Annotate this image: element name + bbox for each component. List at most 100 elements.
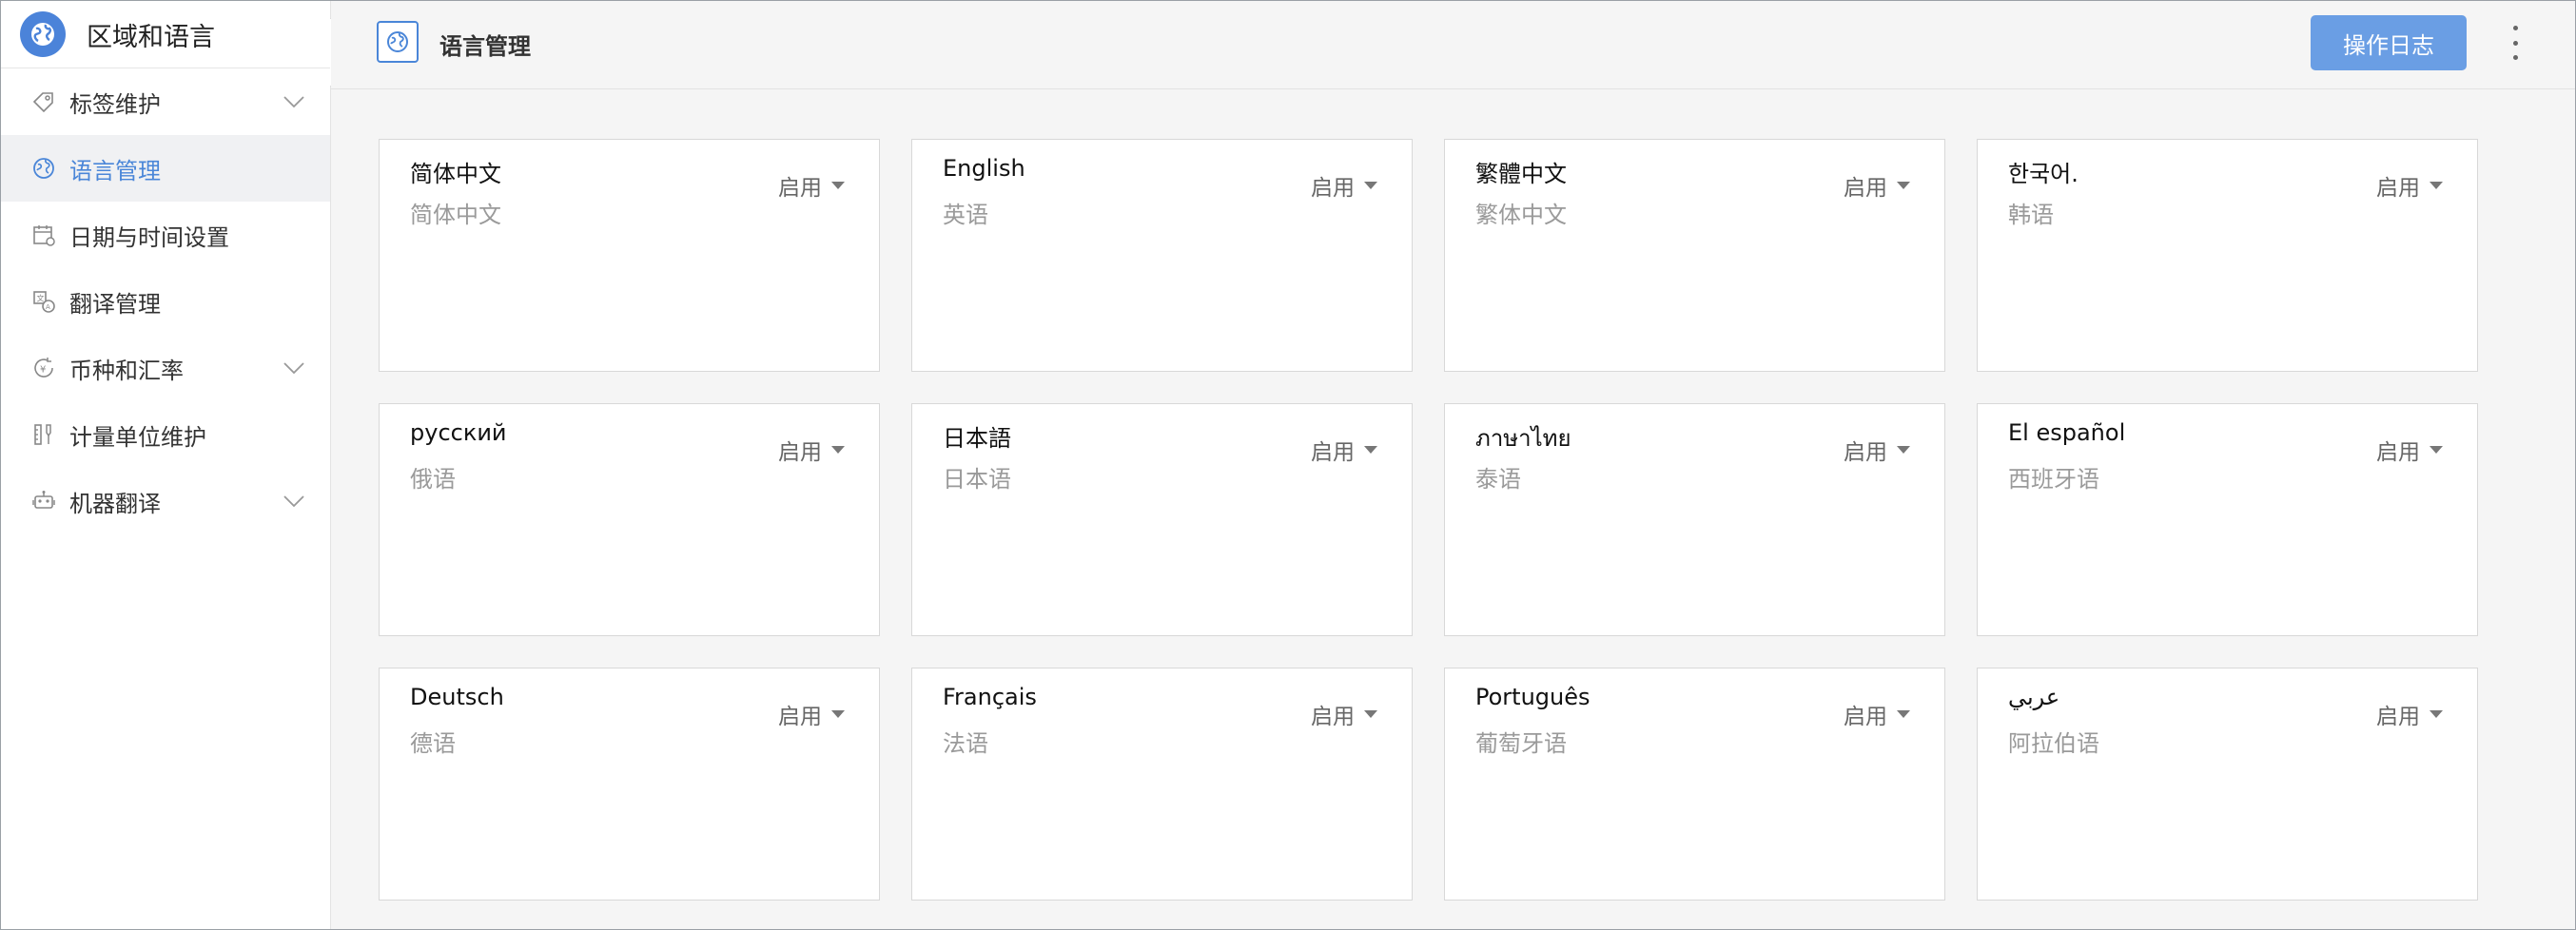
language-name: 繁體中文 — [1475, 161, 1567, 187]
language-card[interactable]: English 英语 启用 — [911, 139, 1413, 372]
status-dropdown[interactable]: 启用 — [1844, 698, 1910, 730]
caret-down-icon — [2430, 182, 2443, 189]
language-name: 简体中文 — [410, 161, 501, 187]
language-card[interactable]: 한국어. 韩语 启用 — [1977, 139, 2478, 372]
language-chinese-name: 葡萄牙语 — [1475, 730, 1567, 757]
sidebar-item[interactable]: 计量单位维护 — [1, 401, 330, 468]
language-name: ภาษาไทย — [1475, 425, 1571, 452]
status-label: 启用 — [1311, 440, 1355, 465]
language-name: 한국어. — [2008, 161, 2078, 187]
sidebar-item-label: 语言管理 — [69, 157, 161, 184]
language-card-grid: 简体中文 简体中文 启用 English 英语 启用 繁體中文 繁体中文 启用 한국어. 韩语 启用 р… — [379, 139, 2478, 901]
caret-down-icon — [2430, 710, 2443, 718]
language-name: English — [943, 155, 1025, 182]
status-dropdown[interactable]: 启用 — [1311, 434, 1377, 466]
chevron-down-icon[interactable] — [283, 490, 305, 518]
language-chinese-name: 日本语 — [943, 466, 1011, 493]
caret-down-icon — [831, 710, 845, 718]
more-dot — [2512, 55, 2518, 60]
status-label: 启用 — [2376, 440, 2420, 465]
status-dropdown[interactable]: 启用 — [778, 169, 845, 202]
sidebar-item[interactable]: 日期与时间设置 — [1, 202, 330, 268]
page-title: 语言管理 — [439, 33, 531, 60]
language-name: El español — [2008, 419, 2126, 446]
sidebar-menu: 标签维护语言管理日期与时间设置文 A 翻译管理 ¥ 币种和汇率计量单位维护机器翻译 — [1, 68, 330, 534]
status-label: 启用 — [2376, 705, 2420, 729]
status-dropdown[interactable]: 启用 — [2376, 169, 2443, 202]
caret-down-icon — [831, 182, 845, 189]
language-chinese-name: 韩语 — [2008, 202, 2054, 228]
language-chinese-name: 繁体中文 — [1475, 202, 1567, 228]
language-name: Deutsch — [410, 684, 504, 710]
language-card[interactable]: 繁體中文繁体中文 启用 — [1444, 139, 1945, 372]
language-card[interactable]: Português 葡萄牙语 启用 — [1444, 668, 1945, 901]
sidebar-item[interactable]: 机器翻译 — [1, 468, 330, 534]
language-card[interactable]: 简体中文 简体中文 启用 — [379, 139, 880, 372]
globe-icon — [29, 154, 58, 183]
more-options-button[interactable] — [2506, 26, 2525, 60]
status-dropdown[interactable]: 启用 — [2376, 434, 2443, 466]
sidebar-item[interactable]: 标签维护 — [1, 68, 330, 135]
status-label: 启用 — [2376, 176, 2420, 201]
caret-down-icon — [1364, 710, 1377, 718]
status-dropdown[interactable]: 启用 — [1311, 698, 1377, 730]
svg-text:A: A — [46, 303, 50, 311]
language-chinese-name: 西班牙语 — [2008, 466, 2099, 493]
sidebar-header: 区域和语言 — [1, 1, 330, 68]
language-name: 日本語 — [943, 425, 1011, 452]
measure-icon — [29, 420, 58, 449]
translate-icon: 文A — [29, 287, 58, 316]
calendar-clock-icon — [29, 221, 58, 249]
language-card[interactable]: русский 俄语 启用 — [379, 403, 880, 636]
status-dropdown[interactable]: 启用 — [778, 698, 845, 730]
sidebar-title: 区域和语言 — [87, 22, 215, 52]
chevron-down-icon[interactable] — [283, 90, 305, 119]
page-header: 语言管理 操作日志 — [331, 1, 2575, 89]
status-dropdown[interactable]: 启用 — [778, 434, 845, 466]
globe-icon — [20, 11, 66, 57]
language-card[interactable]: 日本語日本语 启用 — [911, 403, 1413, 636]
language-name: Français — [943, 684, 1037, 710]
caret-down-icon — [1897, 446, 1910, 454]
sidebar: 区域和语言 标签维护语言管理日期与时间设置文 A 翻译管理 ¥ 币种和汇率计量单位维护机… — [1, 1, 331, 929]
language-chinese-name: 法语 — [943, 730, 988, 757]
sidebar-item[interactable]: 文 A 翻译管理 — [1, 268, 330, 335]
sidebar-item[interactable]: 语言管理 — [1, 135, 330, 202]
sidebar-item-label: 日期与时间设置 — [69, 223, 229, 251]
status-dropdown[interactable]: 启用 — [2376, 698, 2443, 730]
language-chinese-name: 德语 — [410, 730, 456, 757]
status-dropdown[interactable]: 启用 — [1844, 434, 1910, 466]
more-dot — [2512, 26, 2518, 30]
status-label: 启用 — [778, 176, 822, 201]
caret-down-icon — [1364, 446, 1377, 454]
sidebar-item-label: 标签维护 — [69, 90, 161, 118]
chevron-down-icon[interactable] — [283, 357, 305, 385]
language-chinese-name: 俄语 — [410, 466, 456, 493]
language-name: عربي — [2008, 684, 2060, 710]
globe-icon — [377, 21, 419, 63]
language-card[interactable]: عربي 阿拉伯语 启用 — [1977, 668, 2478, 901]
language-card[interactable]: Français 法语 启用 — [911, 668, 1413, 901]
status-dropdown[interactable]: 启用 — [1311, 169, 1377, 202]
sidebar-item-label: 翻译管理 — [69, 290, 161, 318]
language-card[interactable]: ภาษาไทย 泰语 启用 — [1444, 403, 1945, 636]
tag-icon — [29, 87, 58, 116]
caret-down-icon — [1897, 710, 1910, 718]
language-card[interactable]: El español 西班牙语 启用 — [1977, 403, 2478, 636]
language-chinese-name: 阿拉伯语 — [2008, 730, 2099, 757]
caret-down-icon — [1364, 182, 1377, 189]
language-chinese-name: 泰语 — [1475, 466, 1521, 493]
sidebar-item-label: 币种和汇率 — [69, 357, 184, 384]
operation-log-button[interactable]: 操作日志 — [2311, 15, 2467, 70]
status-label: 启用 — [1844, 176, 1887, 201]
language-card[interactable]: Deutsch 德语 启用 — [379, 668, 880, 901]
sidebar-item[interactable]: ¥ 币种和汇率 — [1, 335, 330, 401]
sidebar-item-label: 计量单位维护 — [69, 423, 206, 451]
more-dot — [2512, 40, 2518, 46]
status-dropdown[interactable]: 启用 — [1844, 169, 1910, 202]
status-label: 启用 — [1311, 705, 1355, 729]
caret-down-icon — [2430, 446, 2443, 454]
svg-text:文: 文 — [37, 294, 45, 303]
caret-down-icon — [831, 446, 845, 454]
status-label: 启用 — [778, 440, 822, 465]
